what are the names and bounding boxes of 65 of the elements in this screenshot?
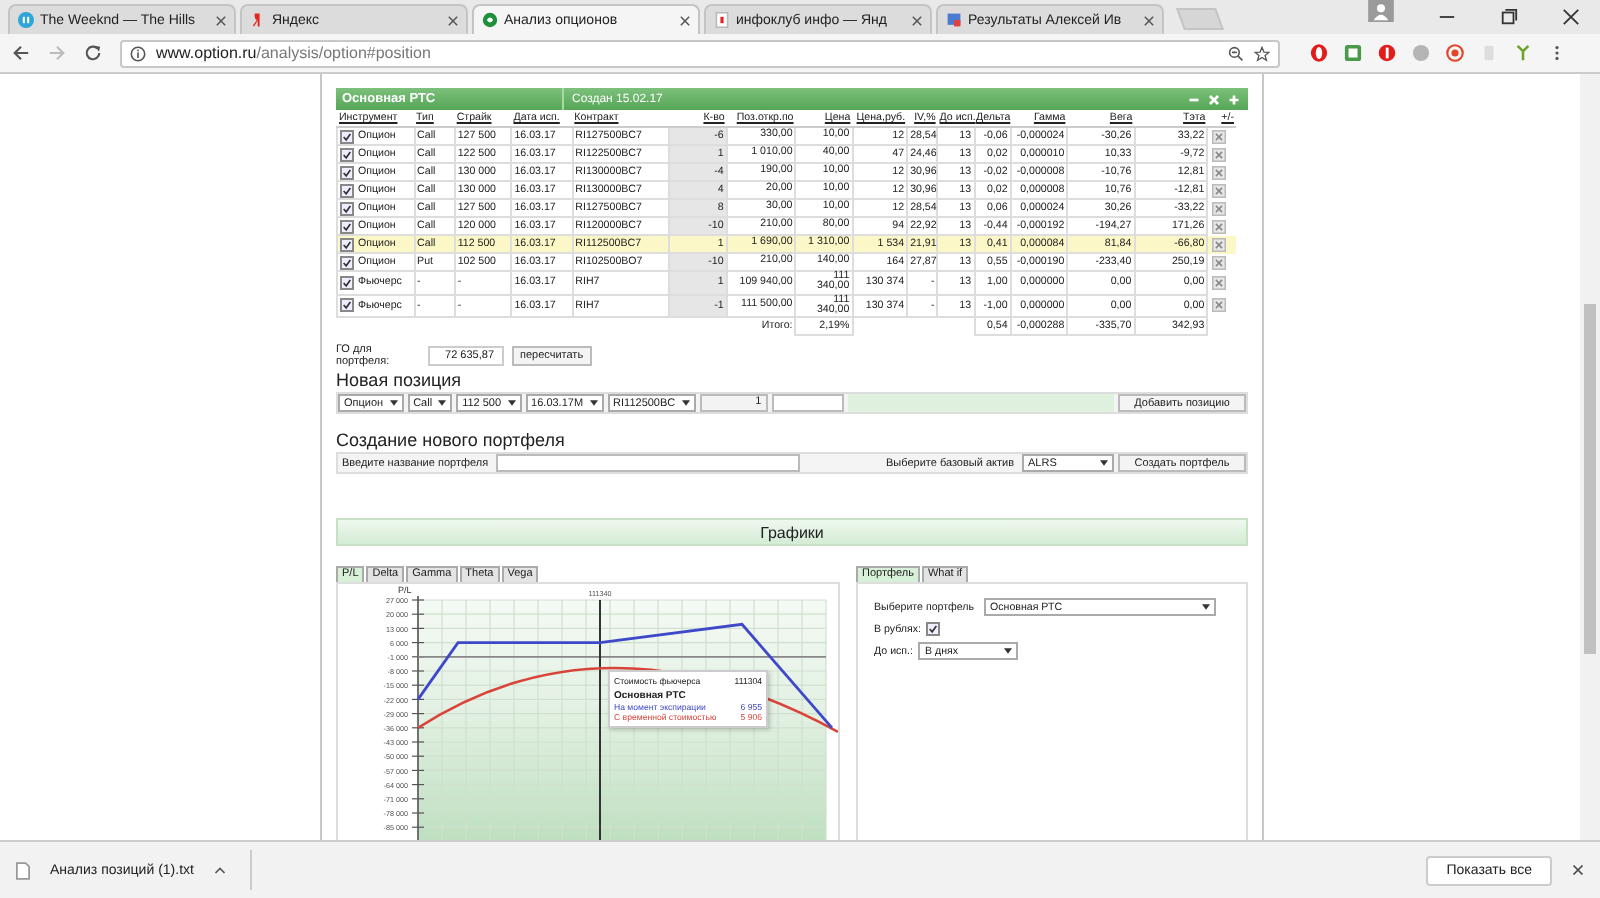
delete-icon[interactable] (1212, 147, 1227, 161)
close-icon[interactable] (1144, 15, 1154, 25)
caret-icon (1202, 604, 1210, 611)
section-heading: Создание нового портфеля (336, 430, 567, 451)
zoom-icon[interactable] (1228, 45, 1244, 61)
delete-icon[interactable] (1212, 129, 1227, 144)
delete-icon[interactable] (1212, 255, 1227, 269)
close-icon[interactable] (1572, 864, 1584, 876)
delete-icon[interactable] (1212, 275, 1227, 290)
portfolio-name-field[interactable] (496, 454, 801, 473)
opera-icon[interactable] (1310, 44, 1328, 62)
favicon-icon (714, 12, 730, 28)
caret-icon (438, 400, 447, 407)
checkbox[interactable] (340, 201, 354, 215)
checkbox[interactable] (340, 237, 354, 251)
input-field[interactable] (771, 394, 844, 413)
delete-icon[interactable] (1212, 165, 1227, 179)
checkbox[interactable] (926, 622, 941, 637)
file-icon (16, 861, 30, 879)
delete-icon[interactable] (1212, 183, 1227, 197)
caret-icon (1004, 648, 1013, 655)
pause-icon (18, 12, 34, 28)
target-icon[interactable] (1446, 44, 1464, 62)
maximize-icon[interactable] (1500, 8, 1518, 26)
close-icon[interactable] (448, 15, 458, 25)
scrollbar[interactable] (1580, 74, 1600, 840)
user-icon[interactable] (1368, 0, 1394, 22)
checkbox[interactable] (340, 298, 354, 313)
checkbox[interactable] (340, 147, 354, 161)
section-heading: Новая позиция (336, 370, 464, 391)
delete-icon[interactable] (1212, 219, 1227, 233)
back-icon[interactable] (12, 44, 30, 62)
checkbox[interactable] (340, 219, 354, 233)
add-icon[interactable] (1228, 93, 1240, 105)
caret-icon (389, 400, 398, 407)
checkbox[interactable] (340, 165, 354, 179)
section-title: Графики (760, 523, 824, 542)
delete-icon[interactable] (1212, 298, 1227, 313)
close-icon[interactable] (216, 15, 226, 25)
extension-icon[interactable] (1344, 44, 1362, 62)
favicon-icon (250, 12, 266, 28)
info-icon[interactable] (130, 45, 146, 61)
document-icon (946, 12, 962, 28)
caret-icon (681, 400, 690, 407)
close-icon[interactable] (912, 15, 922, 25)
scrollbar-thumb[interactable] (1584, 304, 1596, 654)
caret-icon (589, 400, 598, 407)
extension-icon[interactable] (1378, 44, 1396, 62)
checkbox[interactable] (340, 129, 354, 143)
spiral-icon (482, 12, 498, 28)
address-bar[interactable]: www.option.ru/analysis/option#position (120, 39, 1280, 67)
close-icon[interactable] (680, 15, 690, 25)
caret-icon (1100, 460, 1108, 467)
chevron-up-icon[interactable] (213, 866, 226, 874)
extension-icon[interactable] (1514, 44, 1532, 62)
reload-icon[interactable] (84, 44, 102, 62)
delete-icon[interactable] (1212, 237, 1227, 251)
close-icon[interactable] (1562, 8, 1580, 26)
checkbox[interactable] (340, 183, 354, 197)
star-icon[interactable] (1254, 45, 1270, 61)
url-text: www.option.ru/analysis/option#position (156, 44, 433, 62)
checkbox[interactable] (340, 255, 354, 269)
delete-icon[interactable] (1212, 201, 1227, 215)
caret-icon (507, 400, 516, 407)
checkbox[interactable] (340, 275, 354, 290)
